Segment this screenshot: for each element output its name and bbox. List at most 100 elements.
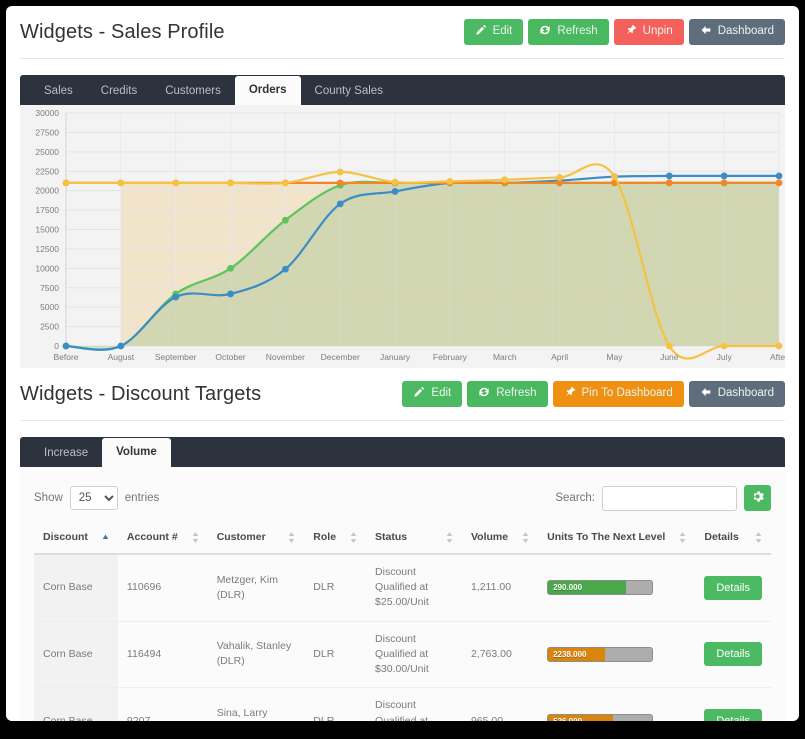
tab-customers[interactable]: Customers (151, 79, 235, 106)
cell-volume: 1,211.00 (461, 554, 539, 622)
table-row: Corn Base 110696 Metzger, Kim (DLR) DLR Disc… (34, 554, 771, 622)
cell-customer: Metzger, Kim (DLR) (207, 554, 305, 622)
svg-text:August: August (108, 352, 135, 362)
unpin-button-label: Unpin (642, 25, 673, 38)
cell-status: Discount Qualified at $25.00/Unit (366, 687, 462, 721)
svg-text:17500: 17500 (35, 205, 59, 215)
refresh-button-2[interactable]: Refresh (467, 381, 548, 407)
svg-text:7500: 7500 (40, 283, 59, 293)
units-progress-value: 290.000 (553, 583, 583, 593)
unpin-button[interactable]: Unpin (613, 19, 684, 45)
cell-discount: Corn Base (34, 554, 118, 622)
column-header-account[interactable]: Account # (117, 523, 208, 555)
column-header-discount[interactable]: Discount (34, 523, 118, 555)
pin-to-dashboard-button-label: Pin To Dashboard (581, 387, 673, 400)
sort-both-icon (192, 531, 199, 543)
line-chart-canvas: 0 2500 5000 7500 10000 12500 15000 17500 20000 22… (20, 105, 785, 368)
tab-increase[interactable]: Increase (30, 441, 102, 468)
sales-profile-tabbar: Sales Credits Customers Orders County Sa… (20, 75, 785, 105)
svg-text:After: After (770, 352, 785, 362)
page-title: Widgets - Sales Profile (20, 20, 225, 43)
header-divider-2 (20, 420, 785, 421)
dashboard-button[interactable]: Dashboard (688, 19, 785, 45)
svg-text:June: June (660, 352, 679, 362)
table-row: Corn Base9207Sina, Larry (DLR)DLRDiscoun… (34, 687, 771, 721)
details-button[interactable]: Details (704, 642, 762, 667)
svg-text:February: February (433, 352, 468, 362)
pin-icon (625, 24, 637, 40)
cell-account: 110696 (117, 554, 208, 622)
pin-to-dashboard-button[interactable]: Pin To Dashboard (552, 381, 684, 407)
svg-text:0: 0 (54, 341, 59, 351)
sales-profile-actions: Edit Refresh Unpin Dashboard (463, 19, 785, 45)
svg-text:22500: 22500 (35, 166, 59, 176)
search-label: Search: (555, 492, 595, 504)
header-divider-1 (20, 58, 785, 59)
edit-button-2-label: Edit (431, 387, 452, 400)
pin-icon (564, 386, 576, 402)
units-progress-bar: 2238.000 (547, 646, 654, 662)
column-header-details[interactable]: Details (695, 523, 771, 555)
tab-county-sales[interactable]: County Sales (301, 79, 397, 106)
column-header-role[interactable]: Role (304, 523, 367, 555)
column-header-label: Role (313, 531, 337, 543)
tab-sales[interactable]: Sales (30, 79, 87, 106)
cell-volume: 965.00 (461, 687, 539, 721)
refresh-button-2-label: Refresh (496, 387, 537, 400)
cell-units-to-next-level: 290.000 (538, 554, 696, 622)
svg-text:May: May (606, 352, 623, 362)
tab-orders[interactable]: Orders (234, 75, 301, 105)
cell-discount: Corn Base (34, 621, 118, 689)
discount-targets-table: Discount Account # Customer Role Status Volum… (34, 523, 771, 721)
cell-volume: 2,763.00 (461, 621, 539, 689)
cell-customer: Sina, Larry (DLR) (207, 687, 305, 721)
column-header-customer[interactable]: Customer (207, 523, 305, 555)
settings-button[interactable] (744, 485, 771, 511)
refresh-icon (478, 386, 490, 402)
cell-units-to-next-level: 2238.000 (538, 621, 696, 689)
column-header-label: Status (375, 531, 408, 543)
edit-button[interactable]: Edit (463, 19, 524, 45)
cell-details: Details (695, 554, 771, 622)
cell-details: Details (695, 621, 771, 689)
column-header-status[interactable]: Status (366, 523, 462, 555)
tab-credits[interactable]: Credits (87, 79, 151, 106)
table-body: Corn Base 110696 Metzger, Kim (DLR) DLR Disc… (34, 554, 771, 721)
edit-button-2[interactable]: Edit (402, 381, 463, 407)
table-row: Corn Base 116494 Vahalik, Stanley (DLR) DLR… (34, 621, 771, 689)
details-button[interactable]: Details (704, 575, 762, 600)
show-label: Show (34, 492, 63, 504)
column-header-label: Customer (216, 531, 266, 543)
column-header-label: Account # (126, 531, 178, 543)
refresh-icon (539, 24, 551, 40)
details-button[interactable]: Details (704, 709, 762, 721)
cell-role: DLR (304, 554, 367, 622)
sales-profile-chart: 0 2500 5000 7500 10000 12500 15000 17500 20000 22… (20, 105, 785, 368)
tab-volume[interactable]: Volume (102, 437, 171, 467)
orders-tab-body: 0 2500 5000 7500 10000 12500 15000 17500 20000 22… (20, 105, 785, 368)
units-progress-bar: 290.000 (547, 580, 654, 596)
app-page: Widgets - Sales Profile Edit Refresh Unp… (6, 6, 799, 721)
length-control: Show 102550100 entries (34, 486, 159, 510)
search-input[interactable] (602, 485, 737, 511)
column-header-volume[interactable]: Volume (461, 523, 539, 555)
svg-text:April: April (551, 352, 568, 362)
page-title-2: Widgets - Discount Targets (20, 382, 262, 405)
cell-status: Discount Qualified at $25.00/Unit (366, 554, 462, 622)
svg-text:5000: 5000 (40, 302, 59, 312)
svg-text:20000: 20000 (35, 186, 59, 196)
svg-text:January: January (380, 352, 411, 362)
arrow-left-icon (700, 24, 712, 40)
volume-tab-body: Show 102550100 entries Search: Discount A… (20, 467, 785, 721)
dashboard-button-2[interactable]: Dashboard (688, 381, 785, 407)
cell-customer: Vahalik, Stanley (DLR) (207, 621, 305, 689)
svg-text:27500: 27500 (35, 127, 59, 137)
page-length-select[interactable]: 102550100 (69, 486, 118, 510)
column-header-units-to-the-next-level[interactable]: Units To The Next Level (538, 523, 696, 555)
entries-label: entries (124, 492, 160, 504)
cell-account: 9207 (117, 687, 208, 721)
svg-text:October: October (215, 352, 245, 362)
refresh-button[interactable]: Refresh (528, 19, 609, 45)
sort-both-icon (288, 531, 295, 543)
svg-text:March: March (493, 352, 517, 362)
